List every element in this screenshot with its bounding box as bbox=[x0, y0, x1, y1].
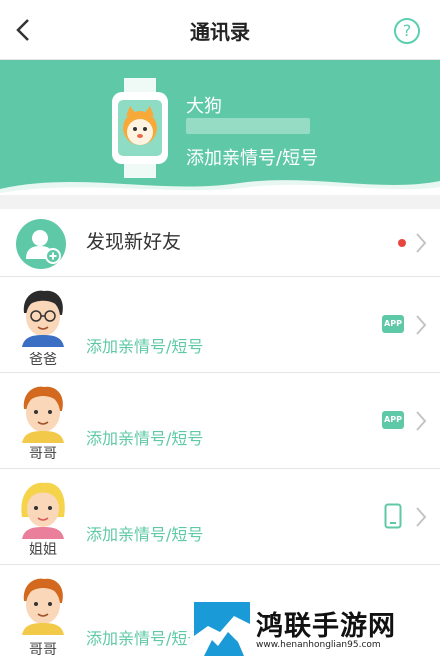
discover-new-friends-row[interactable]: 发现新好友 bbox=[0, 209, 440, 277]
contact-role: 哥哥 bbox=[29, 446, 57, 462]
app-badge-icon: APP bbox=[382, 315, 404, 333]
device-add-family-number-link[interactable]: 添加亲情号/短号 bbox=[186, 144, 318, 170]
contact-row[interactable]: 姐姐 添加亲情号/短号 bbox=[0, 469, 440, 565]
banner-wave bbox=[0, 180, 440, 195]
add-friend-icon bbox=[16, 219, 66, 269]
add-family-number-link[interactable]: 添加亲情号/短号 bbox=[86, 521, 203, 545]
chevron-right-icon bbox=[416, 315, 427, 335]
chevron-right-icon bbox=[416, 507, 427, 527]
avatar-brother-icon bbox=[22, 578, 64, 635]
app-badge-icon: APP bbox=[382, 411, 404, 429]
device-name: 大狗 bbox=[186, 96, 222, 117]
new-indicator-dot bbox=[398, 239, 406, 247]
phone-icon bbox=[384, 503, 402, 529]
device-number-redacted bbox=[186, 118, 310, 134]
watermark-brand: 鸿联手游网 bbox=[256, 611, 396, 642]
avatar-brother-icon bbox=[22, 386, 64, 443]
contact-row[interactable]: 爸爸 添加亲情号/短号 APP bbox=[0, 277, 440, 373]
contact-role: 爸爸 bbox=[29, 352, 57, 368]
discover-new-friends-label: 发现新好友 bbox=[86, 231, 182, 253]
site-watermark: 鸿联手游网 www.henanhonglian95.com bbox=[190, 600, 440, 659]
watch-icon bbox=[112, 78, 168, 178]
help-icon[interactable]: ? bbox=[394, 18, 420, 44]
contact-row[interactable]: 哥哥 添加亲情号/短号 APP bbox=[0, 373, 440, 469]
watermark-logo-icon bbox=[194, 602, 250, 656]
add-family-number-link[interactable]: 添加亲情号/短号 bbox=[86, 333, 203, 357]
section-gap bbox=[0, 195, 440, 209]
add-family-number-link[interactable]: 添加亲情号/短号 bbox=[86, 625, 203, 649]
app-header: 通讯录 ? bbox=[0, 0, 440, 60]
chevron-right-icon bbox=[416, 411, 427, 431]
contact-role: 哥哥 bbox=[29, 642, 57, 658]
chevron-right-icon bbox=[416, 233, 427, 253]
avatar-sister-icon bbox=[21, 482, 65, 539]
avatar-dad-icon bbox=[22, 290, 64, 347]
device-banner[interactable]: 大狗 添加亲情号/短号 bbox=[0, 60, 440, 195]
watermark-url: www.henanhonglian95.com bbox=[256, 640, 381, 650]
page-title: 通讯录 bbox=[190, 20, 250, 44]
add-family-number-link[interactable]: 添加亲情号/短号 bbox=[86, 425, 203, 449]
contact-role: 姐姐 bbox=[29, 542, 57, 558]
